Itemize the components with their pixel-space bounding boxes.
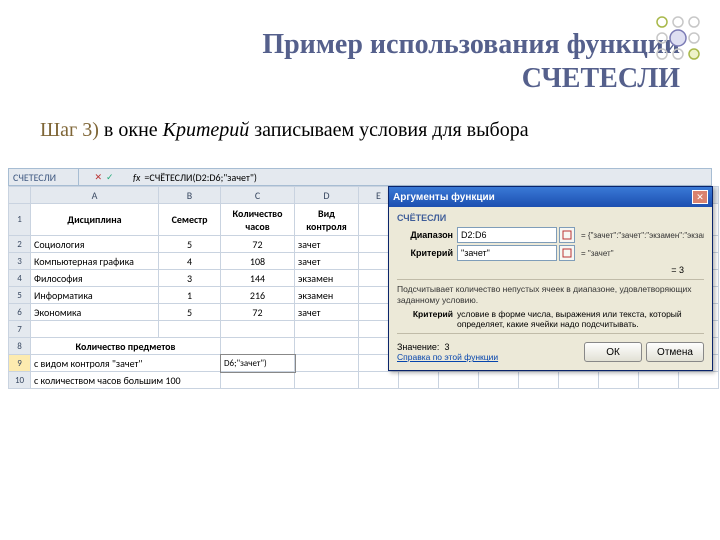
function-description: Подсчитывает количество непустых ячеек в… bbox=[397, 284, 704, 305]
cell[interactable]: Количество часов bbox=[221, 204, 295, 236]
range-preview: = {"зачет":"зачет":"экзамен":"экзамен": bbox=[581, 231, 704, 240]
function-name-label: СЧЁТЕСЛИ bbox=[397, 213, 704, 223]
cancel-icon[interactable]: ✕ bbox=[94, 172, 102, 183]
enter-icon[interactable]: ✓ bbox=[106, 172, 114, 183]
ok-button[interactable]: ОК bbox=[584, 342, 642, 362]
cell[interactable]: 5 bbox=[159, 236, 221, 253]
cell[interactable]: 108 bbox=[221, 253, 295, 270]
cell[interactable]: 144 bbox=[221, 270, 295, 287]
function-arguments-dialog: Аргументы функции ✕ СЧЁТЕСЛИ Диапазон D2… bbox=[388, 186, 713, 371]
range-picker-icon[interactable] bbox=[559, 227, 575, 243]
cell[interactable]: Дисциплина bbox=[31, 204, 159, 236]
cell[interactable]: Социология bbox=[31, 236, 159, 253]
row-header[interactable]: 9 bbox=[9, 355, 31, 372]
cell[interactable]: Философия bbox=[31, 270, 159, 287]
cell[interactable]: зачет bbox=[295, 253, 359, 270]
cell[interactable]: с видом контроля "зачет" bbox=[31, 355, 221, 372]
cell[interactable]: 3 bbox=[159, 270, 221, 287]
cell[interactable]: зачет bbox=[295, 304, 359, 321]
editing-cell[interactable]: D6;"зачет") bbox=[221, 355, 295, 372]
criteria-input[interactable]: "зачет" bbox=[457, 245, 557, 261]
dialog-title: Аргументы функции bbox=[393, 192, 495, 203]
criteria-preview: = "зачет" bbox=[581, 249, 704, 258]
function-help-link[interactable]: Справка по этой функции bbox=[397, 352, 498, 362]
row-header[interactable]: 2 bbox=[9, 236, 31, 253]
col-header[interactable]: B bbox=[159, 187, 221, 204]
cell[interactable]: 1 bbox=[159, 287, 221, 304]
row-header[interactable]: 4 bbox=[9, 270, 31, 287]
cell[interactable]: Информатика bbox=[31, 287, 159, 304]
close-icon[interactable]: ✕ bbox=[692, 190, 708, 204]
cell[interactable]: 4 bbox=[159, 253, 221, 270]
arg-name-label: Критерий bbox=[397, 309, 457, 329]
row-header[interactable]: 3 bbox=[9, 253, 31, 270]
cell[interactable]: зачет bbox=[295, 236, 359, 253]
name-box[interactable]: СЧЕТЕСЛИ bbox=[9, 169, 79, 185]
cancel-button[interactable]: Отмена bbox=[646, 342, 704, 362]
cell[interactable]: 72 bbox=[221, 236, 295, 253]
cell[interactable]: Количество предметов bbox=[31, 338, 221, 355]
criteria-label: Критерий bbox=[397, 248, 457, 258]
cell[interactable]: Вид контроля bbox=[295, 204, 359, 236]
arg-description: условие в форме числа, выражения или тек… bbox=[457, 309, 704, 329]
cell[interactable]: Семестр bbox=[159, 204, 221, 236]
row-header[interactable]: 6 bbox=[9, 304, 31, 321]
row-header[interactable]: 7 bbox=[9, 321, 31, 338]
formula-input[interactable]: =СЧЁТЕСЛИ(D2:D6;"зачет") bbox=[144, 171, 711, 184]
fx-icon[interactable]: fx bbox=[129, 171, 144, 184]
cell[interactable]: экзамен bbox=[295, 287, 359, 304]
formula-bar: СЧЕТЕСЛИ ✕ ✓ fx =СЧЁТЕСЛИ(D2:D6;"зачет") bbox=[8, 168, 712, 186]
cell[interactable]: 5 bbox=[159, 304, 221, 321]
row-header[interactable]: 1 bbox=[9, 204, 31, 236]
cell[interactable]: экзамен bbox=[295, 270, 359, 287]
row-header[interactable]: 8 bbox=[9, 338, 31, 355]
col-header[interactable]: D bbox=[295, 187, 359, 204]
criteria-picker-icon[interactable] bbox=[559, 245, 575, 261]
col-header[interactable]: A bbox=[31, 187, 159, 204]
result-preview: = 3 bbox=[397, 265, 704, 275]
cell[interactable]: Экономика bbox=[31, 304, 159, 321]
col-header[interactable]: C bbox=[221, 187, 295, 204]
page-title: Пример использования функции СЧЕТЕСЛИ bbox=[40, 28, 680, 95]
dialog-titlebar[interactable]: Аргументы функции ✕ bbox=[389, 187, 712, 207]
value-line: Значение: 3 bbox=[397, 342, 498, 352]
cell[interactable]: с количеством часов большим 100 bbox=[31, 372, 221, 389]
cell[interactable]: 72 bbox=[221, 304, 295, 321]
cell[interactable]: Компьютерная графика bbox=[31, 253, 159, 270]
cell[interactable]: 216 bbox=[221, 287, 295, 304]
select-all-corner[interactable] bbox=[9, 187, 31, 204]
decorative-dots bbox=[650, 10, 710, 70]
row-header[interactable]: 10 bbox=[9, 372, 31, 389]
range-input[interactable]: D2:D6 bbox=[457, 227, 557, 243]
step-text: Шаг 3) в окне Критерий записываем услови… bbox=[40, 119, 680, 142]
row-header[interactable]: 5 bbox=[9, 287, 31, 304]
range-label: Диапазон bbox=[397, 230, 457, 240]
